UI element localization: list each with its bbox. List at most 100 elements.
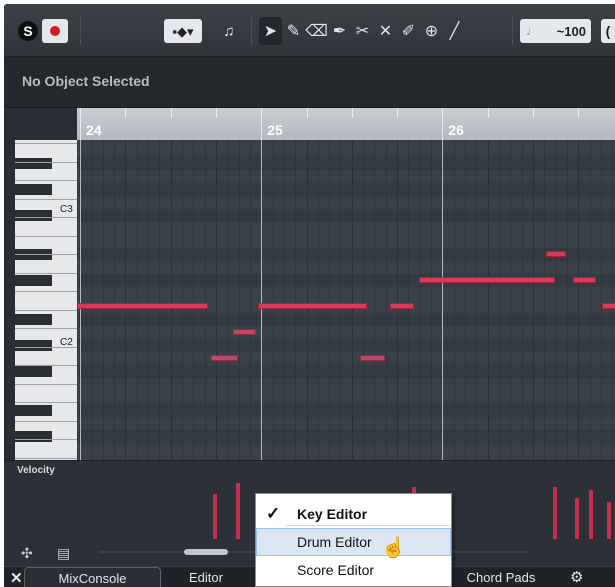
grid-line — [125, 140, 127, 460]
toolbar-overflow-button[interactable]: ( — [601, 19, 615, 43]
pitch-lane — [77, 352, 615, 365]
menu-item-key-editor[interactable]: ✓ Key Editor — [256, 500, 451, 528]
menu-item-drum-editor[interactable]: Drum Editor — [256, 528, 451, 556]
grid-line — [397, 140, 399, 460]
piano-black-key[interactable] — [15, 210, 52, 221]
piano-black-key[interactable] — [15, 184, 52, 195]
gear-icon[interactable]: ⚙ — [570, 568, 583, 586]
add-lane-icon[interactable]: ✣ — [21, 545, 33, 562]
grid-line — [555, 140, 557, 460]
midi-note[interactable] — [602, 303, 615, 309]
draw-tool-icon[interactable]: ✎ — [282, 17, 305, 45]
grid-line — [521, 140, 523, 460]
midi-note[interactable] — [389, 303, 415, 309]
piano-white-key-divider — [15, 383, 77, 385]
grid-line — [159, 140, 161, 460]
tab-chord-pads[interactable]: Chord Pads — [454, 567, 548, 587]
velocity-bar[interactable] — [212, 494, 217, 539]
piano-white-key-divider — [15, 235, 77, 237]
glue-tool-icon[interactable]: ✐ — [397, 17, 420, 45]
ruler-beat-tick — [170, 108, 172, 118]
grid-line — [374, 140, 376, 460]
piano-black-key[interactable] — [15, 158, 52, 169]
erase-tool-icon[interactable]: ⌫ — [305, 17, 328, 45]
midi-note[interactable] — [545, 251, 567, 257]
trim-tool-icon[interactable]: ✂ — [351, 17, 374, 45]
key-label: C3 — [60, 204, 73, 215]
grid-line — [363, 140, 365, 460]
tab-chord-pads-label: Chord Pads — [466, 570, 536, 585]
ruler-beat-tick — [578, 108, 580, 118]
velocity-value: ~100 — [556, 23, 586, 39]
tab-editor[interactable]: Editor — [166, 567, 246, 587]
grid-line — [238, 140, 240, 460]
piano-keyboard[interactable]: C3 C2 — [15, 140, 77, 460]
solo-button[interactable]: S — [18, 21, 38, 41]
ruler-bar-number: 24 — [86, 122, 102, 138]
bar-line — [261, 140, 263, 460]
velocity-bar[interactable] — [588, 490, 593, 539]
piano-black-key[interactable] — [15, 431, 52, 442]
piano-black-key[interactable] — [15, 275, 52, 286]
cubase-window: S ▪◆▾ ♫ ➤ ✎ ⌫ ✒ ✂ ✕ ✐ ⊕ ╱ ♩ ~100 ( No Object Sel… — [4, 4, 615, 587]
note-grid[interactable] — [77, 140, 615, 460]
piano-white-key-divider — [15, 180, 77, 181]
mute-tool-icon[interactable]: ✕ — [374, 17, 397, 45]
toolbar: S ▪◆▾ ♫ ➤ ✎ ⌫ ✒ ✂ ✕ ✐ ⊕ ╱ ♩ ~100 ( — [4, 4, 615, 57]
piano-white-key-divider — [15, 254, 77, 255]
midi-note[interactable] — [258, 303, 367, 309]
ruler-beat-tick — [125, 108, 127, 118]
menu-item-score-editor[interactable]: Score Editor — [256, 556, 451, 584]
midi-note[interactable] — [360, 355, 386, 361]
grid-line — [385, 140, 387, 460]
grid-line — [340, 140, 342, 460]
midi-note[interactable] — [233, 329, 256, 335]
info-line-text: No Object Selected — [22, 73, 150, 89]
velocity-bar[interactable] — [235, 482, 240, 539]
lane-presets-icon[interactable]: ▤ — [57, 545, 70, 562]
midi-note[interactable] — [210, 355, 238, 361]
piano-black-key[interactable] — [15, 405, 52, 416]
record-button[interactable] — [42, 19, 68, 43]
pitch-lane — [77, 235, 615, 248]
ruler-bar-line — [261, 108, 263, 140]
grid-line — [136, 140, 138, 460]
insert-velocity-field[interactable]: ♩ ~100 — [520, 19, 591, 43]
checkmark-icon: ✓ — [266, 504, 281, 523]
midi-note[interactable] — [419, 277, 555, 283]
midi-note[interactable] — [77, 303, 209, 309]
velocity-bar[interactable] — [607, 501, 611, 539]
grid-line — [193, 140, 195, 460]
piano-black-key[interactable] — [15, 366, 52, 377]
piano-black-key[interactable] — [15, 314, 52, 325]
insert-velocity-button[interactable]: ▪◆▾ — [164, 19, 202, 43]
close-icon[interactable]: ✕ — [10, 569, 23, 587]
pitch-lane — [77, 144, 615, 157]
grid-line — [589, 140, 591, 460]
ruler-beat-tick — [487, 108, 489, 118]
velocity-bar[interactable] — [552, 486, 557, 539]
grid-line — [408, 140, 410, 460]
hand-cursor-icon: ☝ — [381, 537, 406, 559]
object-selection-tool-icon[interactable]: ➤ — [259, 17, 282, 45]
auto-scroll-button[interactable]: ♫ — [216, 19, 242, 43]
ruler[interactable]: 24 25 26 — [77, 108, 615, 141]
line-tool-icon[interactable]: ╱ — [443, 17, 466, 45]
piano-white-key-divider — [15, 439, 77, 440]
tab-mixconsole[interactable]: MixConsole — [24, 567, 161, 587]
velocity-bar[interactable] — [575, 497, 580, 539]
grid-line — [272, 140, 274, 460]
horizontal-scrollbar-thumb[interactable] — [184, 549, 228, 555]
pitch-lane — [77, 417, 615, 430]
grid-line — [295, 140, 297, 460]
pen-tool-icon[interactable]: ✒ — [328, 17, 351, 45]
grid-line — [283, 140, 285, 460]
midi-note[interactable] — [573, 277, 596, 283]
step-insert-icon: ▪◆▾ — [172, 23, 194, 39]
zoom-tool-icon[interactable]: ⊕ — [420, 17, 443, 45]
piano-white-key-divider — [15, 198, 77, 200]
tab-editor-label: Editor — [189, 570, 223, 585]
pitch-lane — [77, 287, 615, 300]
piano-black-key[interactable] — [15, 340, 52, 351]
piano-white-key-divider — [15, 420, 77, 422]
